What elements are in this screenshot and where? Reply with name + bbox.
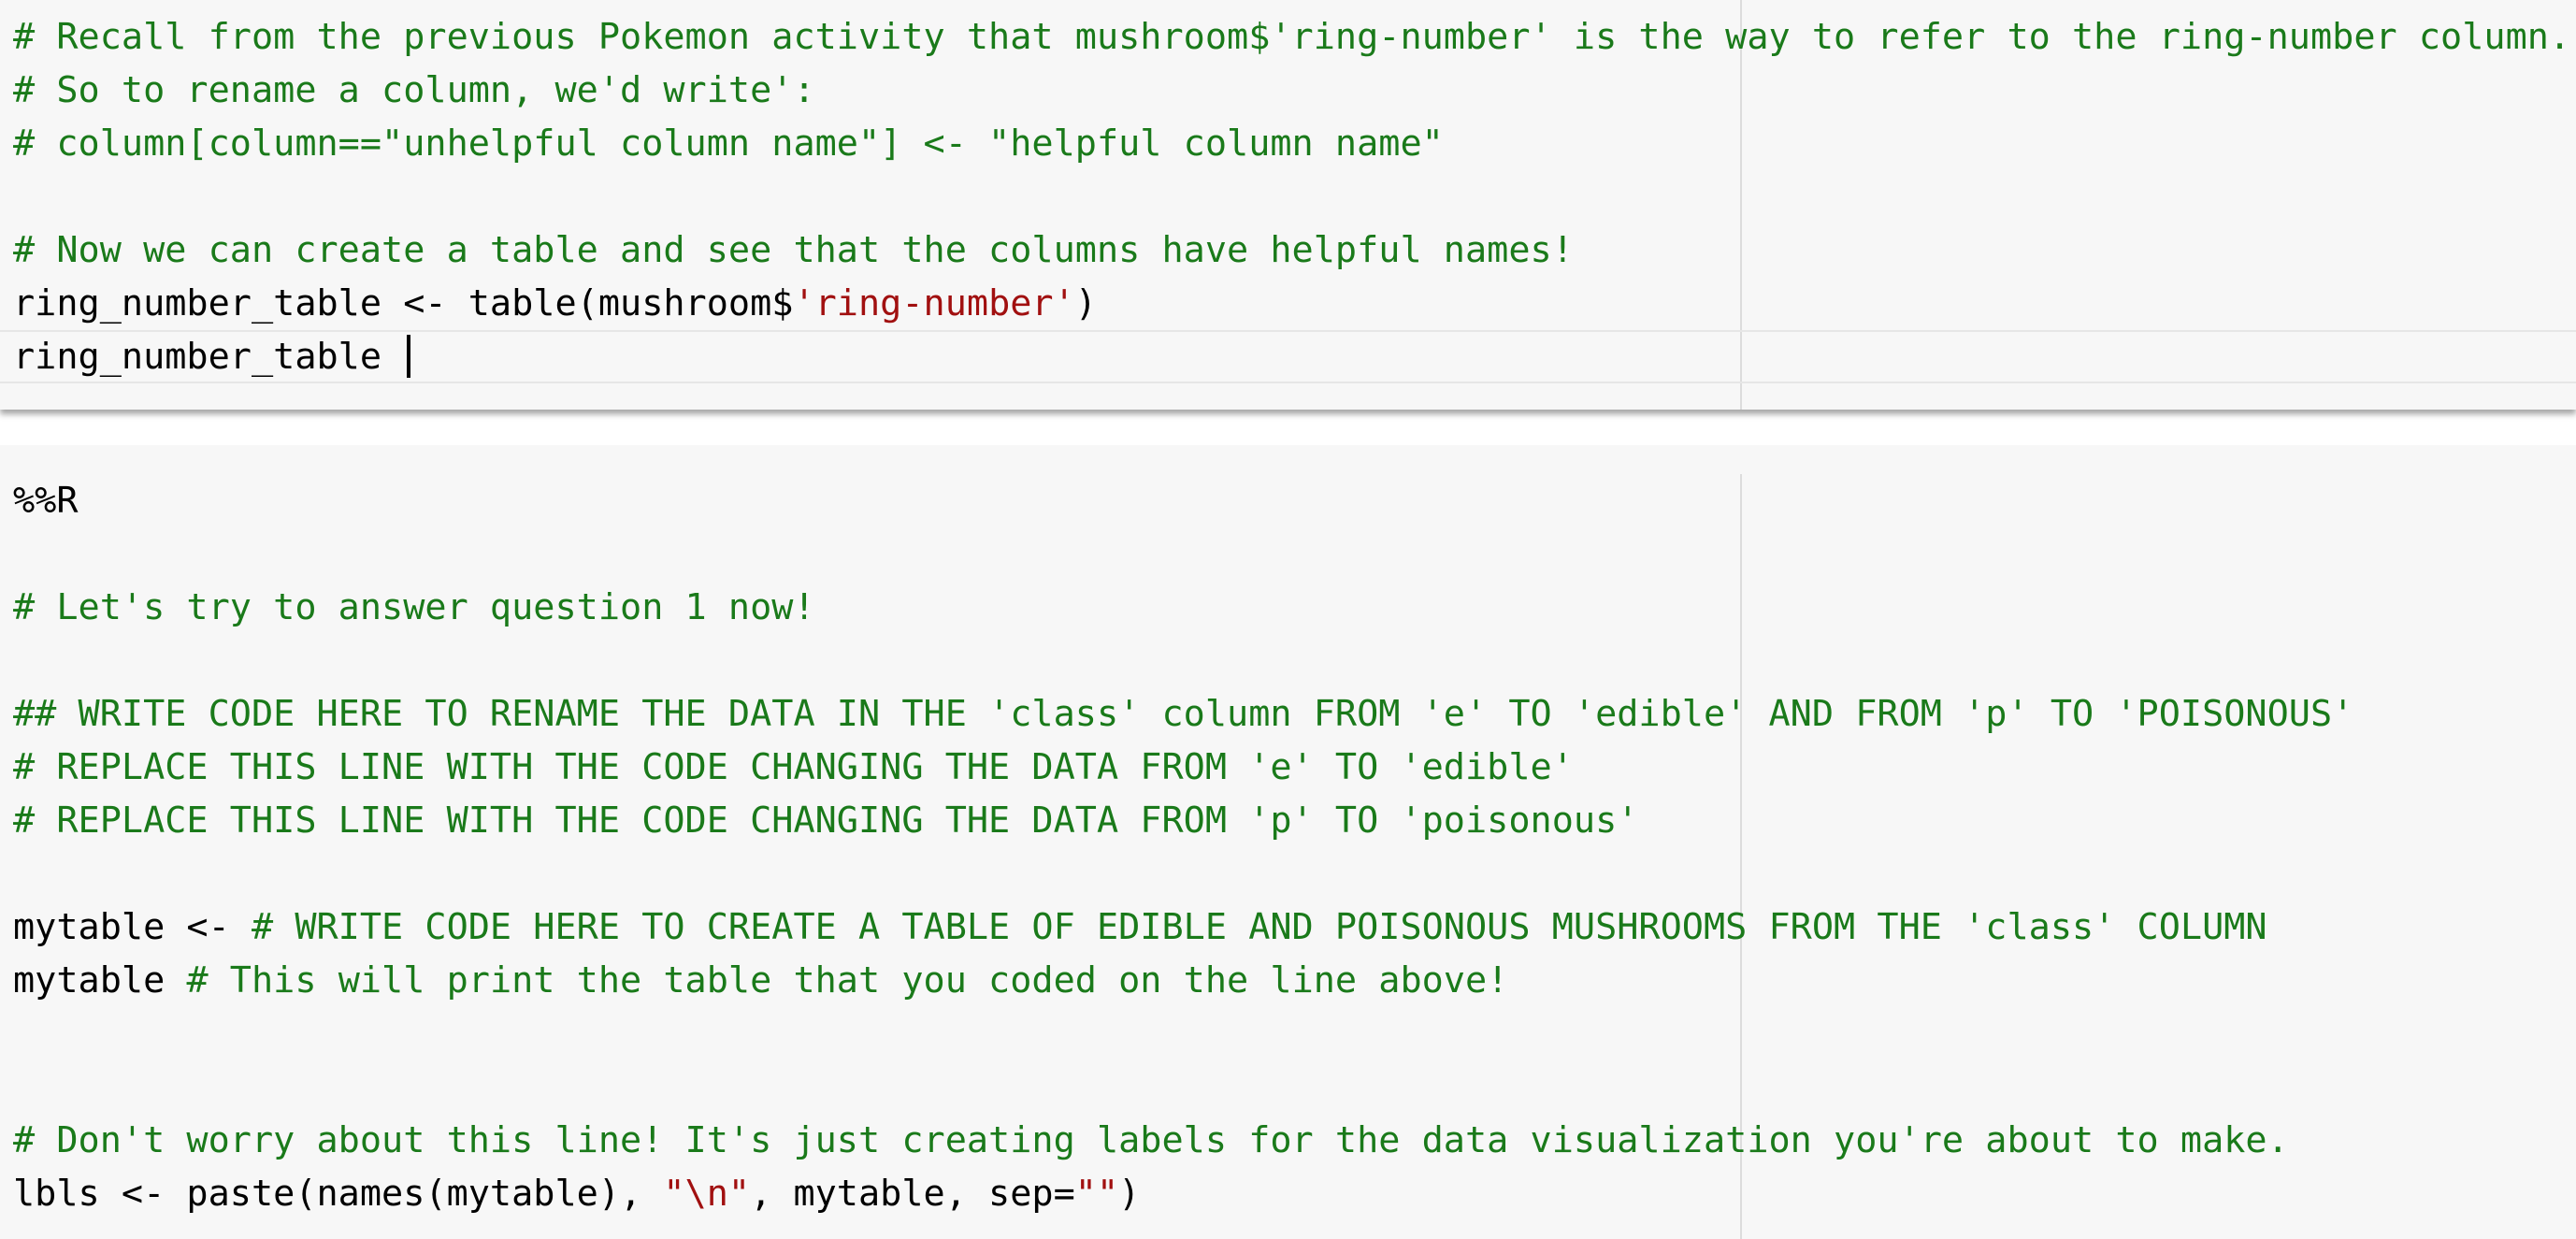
code-string: "\n" — [663, 1173, 751, 1215]
code-comment: # WRITE CODE HERE TO CREATE A TABLE OF E… — [251, 906, 2267, 948]
code-comment: # Recall from the previous Pokemon activ… — [13, 16, 2571, 58]
code-string: 'ring-number' — [793, 282, 1075, 324]
code-comment: # Now we can create a table and see that… — [13, 229, 1574, 271]
code-cell-top[interactable]: # Recall from the previous Pokemon activ… — [0, 0, 2576, 410]
code-text: mytable — [13, 959, 187, 1001]
code-line: lbls <- paste(names(mytable), "\n", myta… — [13, 1167, 1140, 1220]
code-comment: # REPLACE THIS LINE WITH THE CODE CHANGI… — [13, 800, 1639, 842]
code-line: # column[column=="unhelpful column name"… — [13, 117, 1444, 170]
code-line: # So to rename a column, we'd write': — [13, 64, 815, 117]
code-text: %%R — [13, 480, 79, 522]
code-comment: # So to rename a column, we'd write': — [13, 69, 815, 111]
code-line: # Let's try to answer question 1 now! — [13, 581, 815, 634]
code-line: # Now we can create a table and see that… — [13, 223, 1574, 277]
code-text: ) — [1118, 1173, 1141, 1215]
code-line: # REPLACE THIS LINE WITH THE CODE CHANGI… — [13, 794, 1638, 847]
code-line: mytable <- # WRITE CODE HERE TO CREATE A… — [13, 900, 2267, 954]
code-line: ring_number_table <- table(mushroom$'rin… — [13, 277, 1097, 330]
code-string: "" — [1074, 1173, 1119, 1215]
code-text: lbls <- paste(names(mytable), — [13, 1173, 664, 1215]
code-comment: # column[column=="unhelpful column name"… — [13, 122, 1444, 165]
code-text: ring_number_table — [13, 336, 404, 378]
text-cursor — [407, 334, 411, 378]
code-line-active[interactable]: ring_number_table — [13, 330, 411, 383]
code-text: , mytable, sep= — [750, 1173, 1075, 1215]
code-line: # REPLACE THIS LINE WITH THE CODE CHANGI… — [13, 741, 1574, 794]
code-text: mytable <- — [13, 906, 252, 948]
code-comment: # REPLACE THIS LINE WITH THE CODE CHANGI… — [13, 746, 1574, 788]
code-line: ## WRITE CODE HERE TO RENAME THE DATA IN… — [13, 687, 2353, 741]
code-comment: # Let's try to answer question 1 now! — [13, 586, 815, 628]
code-cell-bottom[interactable]: %%R # Let's try to answer question 1 now… — [0, 445, 2576, 1239]
code-line: # Don't worry about this line! It's just… — [13, 1114, 2289, 1167]
code-text: ring_number_table <- table(mushroom$ — [13, 282, 794, 324]
code-comment: # Don't worry about this line! It's just… — [13, 1119, 2289, 1161]
code-line: %%R — [13, 474, 79, 527]
code-comment: ## WRITE CODE HERE TO RENAME THE DATA IN… — [13, 693, 2354, 735]
code-line: # Recall from the previous Pokemon activ… — [13, 10, 2570, 64]
code-text: ) — [1074, 282, 1097, 324]
code-line: mytable # This will print the table that… — [13, 954, 1508, 1007]
code-comment: # This will print the table that you cod… — [186, 959, 1509, 1001]
